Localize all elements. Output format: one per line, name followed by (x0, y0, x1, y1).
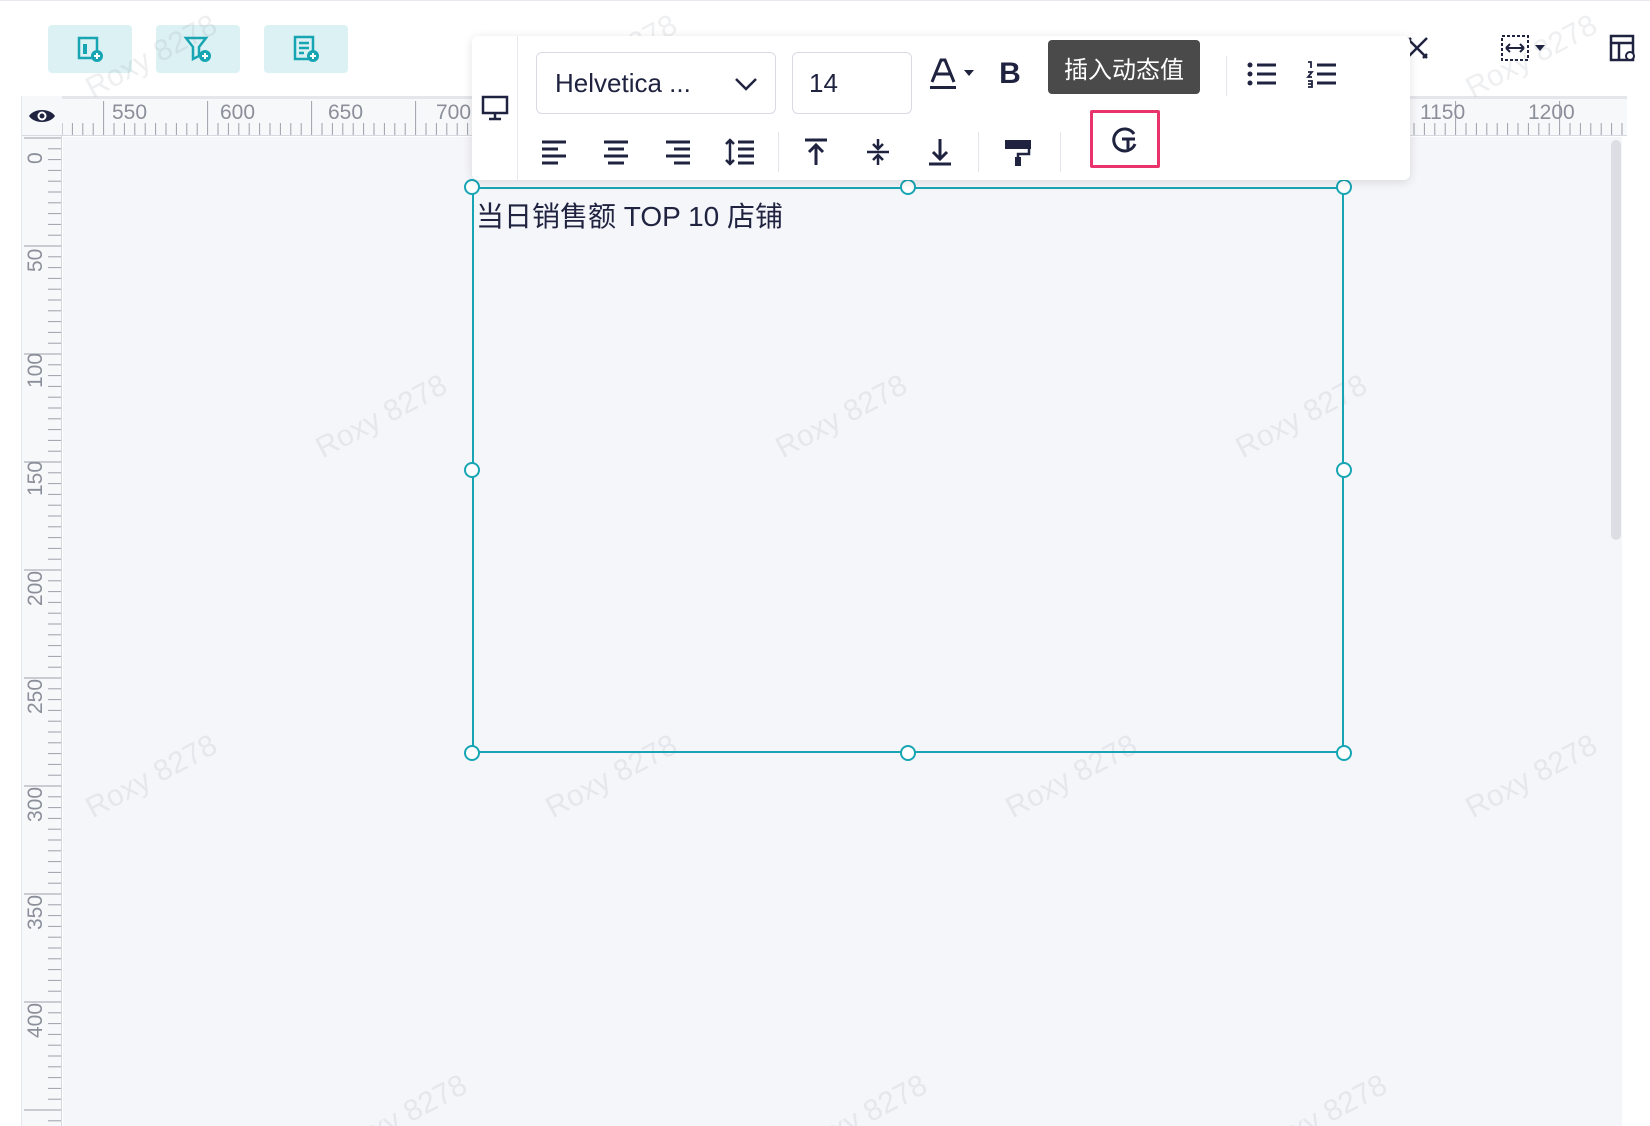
ruler-label: 1200 (1528, 101, 1575, 124)
eye-icon (29, 109, 55, 122)
bullet-list-button[interactable] (1242, 54, 1282, 94)
add-filter-icon (183, 36, 211, 62)
bullet-list-icon (1247, 62, 1276, 86)
add-dashboard-icon (77, 36, 103, 62)
add-dashboard-button[interactable] (48, 25, 132, 73)
align-right-button[interactable] (658, 132, 698, 172)
line-height-icon (725, 138, 754, 166)
numbered-list-icon (1306, 61, 1336, 88)
ruler-label: 50 (24, 248, 47, 272)
divider (778, 132, 779, 172)
resize-handle-bottom[interactable] (900, 745, 916, 761)
align-left-icon (542, 140, 566, 165)
resize-handle-bottom-right[interactable] (1336, 745, 1352, 761)
right-edge (1622, 137, 1650, 1126)
report-designer: 550 600 650 700 1150 1200 0 50 100 150 2… (0, 0, 1650, 1126)
valign-middle-button[interactable] (858, 132, 898, 172)
align-right-icon (666, 140, 690, 165)
resize-handle-top-right[interactable] (1336, 179, 1352, 195)
align-center-icon (604, 140, 628, 165)
divider (1060, 132, 1061, 172)
ruler-corner[interactable] (22, 96, 62, 136)
font-color-icon (930, 58, 974, 89)
text-format-toolbar: Helvetica ... 14 B (472, 36, 1410, 180)
resize-handle-left[interactable] (464, 462, 480, 478)
ruler-label: 600 (220, 101, 256, 124)
resize-handle-right[interactable] (1336, 462, 1352, 478)
selected-text-box[interactable]: 当日销售额 TOP 10 店铺 (472, 187, 1344, 753)
left-strip (0, 96, 22, 1126)
monitor-icon (481, 95, 508, 121)
ruler-label: 400 (24, 1002, 47, 1038)
fit-width-icon[interactable] (1500, 33, 1550, 63)
numbered-list-button[interactable] (1302, 54, 1342, 94)
resize-handle-top-left[interactable] (464, 179, 480, 195)
line-height-button[interactable] (720, 132, 760, 172)
ruler-label: 0 (24, 152, 47, 164)
ruler-label: 300 (24, 786, 47, 822)
valign-bottom-icon (929, 139, 951, 166)
align-center-button[interactable] (596, 132, 636, 172)
ruler-label: 250 (24, 678, 47, 714)
ruler-label: 350 (24, 894, 47, 930)
font-family-select[interactable]: Helvetica ... (536, 52, 776, 114)
ruler-label: 150 (24, 460, 47, 496)
valign-bottom-button[interactable] (920, 132, 960, 172)
tooltip: 插入动态值 (1048, 40, 1200, 94)
bold-button[interactable]: B (990, 54, 1030, 94)
font-family-value: Helvetica ... (555, 67, 691, 98)
valign-top-icon (805, 138, 827, 165)
ruler-label: 100 (24, 352, 47, 388)
font-size-value: 14 (809, 67, 838, 98)
device-toggle[interactable] (472, 36, 518, 180)
vertical-ruler: 0 50 100 150 200 250 300 350 400 (22, 136, 62, 1126)
format-painter-icon (1005, 140, 1031, 166)
add-filter-button[interactable] (156, 25, 240, 73)
ruler-label: 550 (112, 101, 148, 124)
vertical-ruler-ticks (24, 137, 61, 1122)
ruler-label: 650 (328, 101, 364, 124)
tooltip-text: 插入动态值 (1064, 56, 1184, 84)
add-form-icon (293, 35, 319, 62)
align-left-button[interactable] (534, 132, 574, 172)
dynamic-value-highlight (1090, 110, 1160, 168)
font-color-button[interactable] (924, 54, 980, 94)
scrollbar-thumb[interactable] (1611, 140, 1621, 540)
valign-middle-icon (867, 139, 889, 165)
divider (1226, 56, 1227, 96)
divider (978, 132, 979, 172)
ruler-label: 700 (436, 101, 472, 124)
format-painter-button[interactable] (998, 132, 1038, 172)
text-box-content[interactable]: 当日销售额 TOP 10 店铺 (476, 195, 783, 235)
resize-handle-top[interactable] (900, 179, 916, 195)
bold-label: B (999, 57, 1021, 90)
layout-panel-icon[interactable] (1608, 33, 1638, 63)
valign-top-button[interactable] (796, 132, 836, 172)
chevron-down-icon (735, 78, 757, 91)
resize-handle-bottom-left[interactable] (464, 745, 480, 761)
ruler-label: 1150 (1420, 101, 1466, 124)
ruler-label: 200 (24, 570, 47, 606)
font-size-input[interactable]: 14 (792, 52, 912, 114)
add-form-button[interactable] (264, 25, 348, 73)
